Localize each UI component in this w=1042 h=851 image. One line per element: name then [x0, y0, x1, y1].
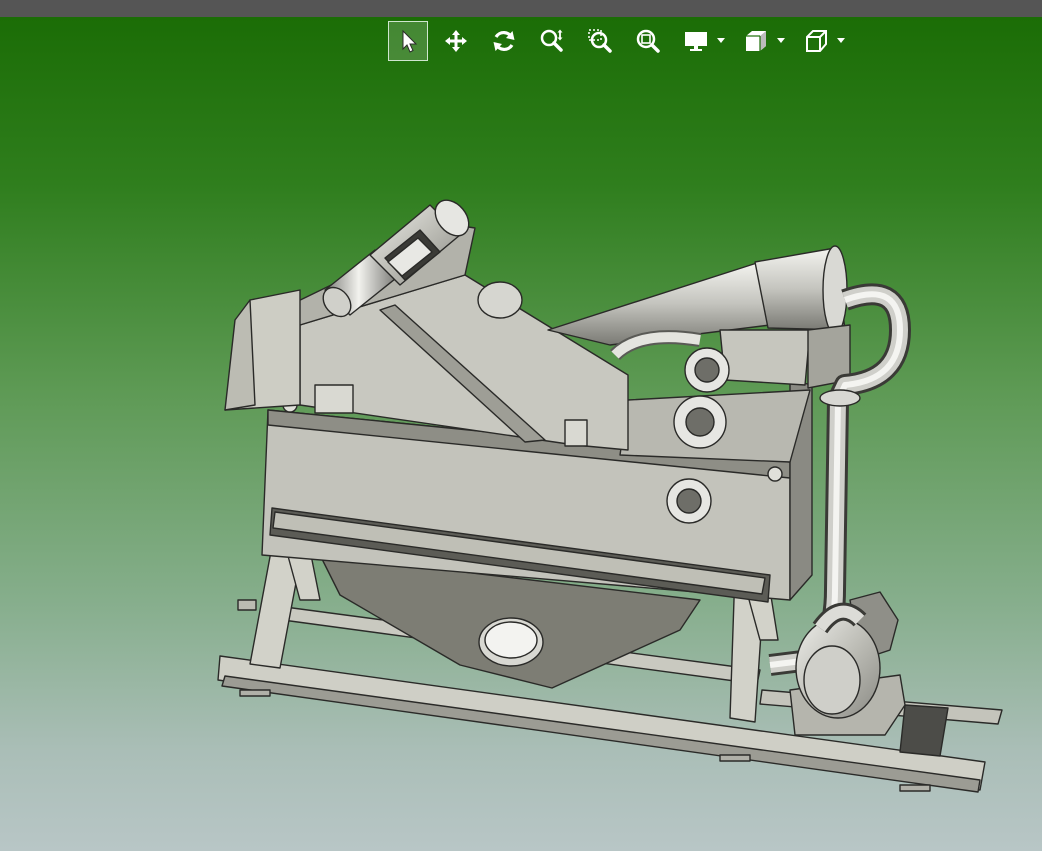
view-toolbar — [388, 21, 856, 61]
zoom-icon — [540, 29, 563, 52]
view-orientation-group — [796, 21, 846, 61]
zoom-fit-icon — [636, 29, 660, 53]
chevron-down-icon — [837, 38, 845, 43]
cad-viewer-window — [0, 0, 1042, 851]
slurry-pump — [789, 591, 906, 736]
title-bar — [0, 0, 1042, 17]
section-group — [736, 21, 786, 61]
chevron-down-icon — [777, 38, 785, 43]
zoom-button[interactable] — [532, 21, 572, 61]
display-mode-group — [676, 21, 726, 61]
rotate-icon — [493, 31, 515, 51]
select-button[interactable] — [388, 21, 428, 61]
view-orientation-dropdown[interactable] — [836, 21, 846, 61]
select-arrow-icon — [402, 29, 418, 53]
display-monitor-icon — [685, 32, 707, 51]
zoom-window-icon — [588, 29, 612, 53]
section-dropdown[interactable] — [776, 21, 786, 61]
zoom-window-button[interactable] — [580, 21, 620, 61]
display-button[interactable] — [676, 21, 716, 61]
section-button[interactable] — [736, 21, 776, 61]
zoom-fit-button[interactable] — [628, 21, 668, 61]
pan-button[interactable] — [436, 21, 476, 61]
3d-model[interactable] — [0, 17, 1042, 851]
pan-move-icon — [445, 30, 467, 52]
chevron-down-icon — [717, 38, 725, 43]
display-dropdown[interactable] — [716, 21, 726, 61]
rotate-button[interactable] — [484, 21, 524, 61]
view-cube-icon — [806, 30, 827, 52]
view-orientation-button[interactable] — [796, 21, 836, 61]
section-view-icon — [746, 31, 766, 51]
